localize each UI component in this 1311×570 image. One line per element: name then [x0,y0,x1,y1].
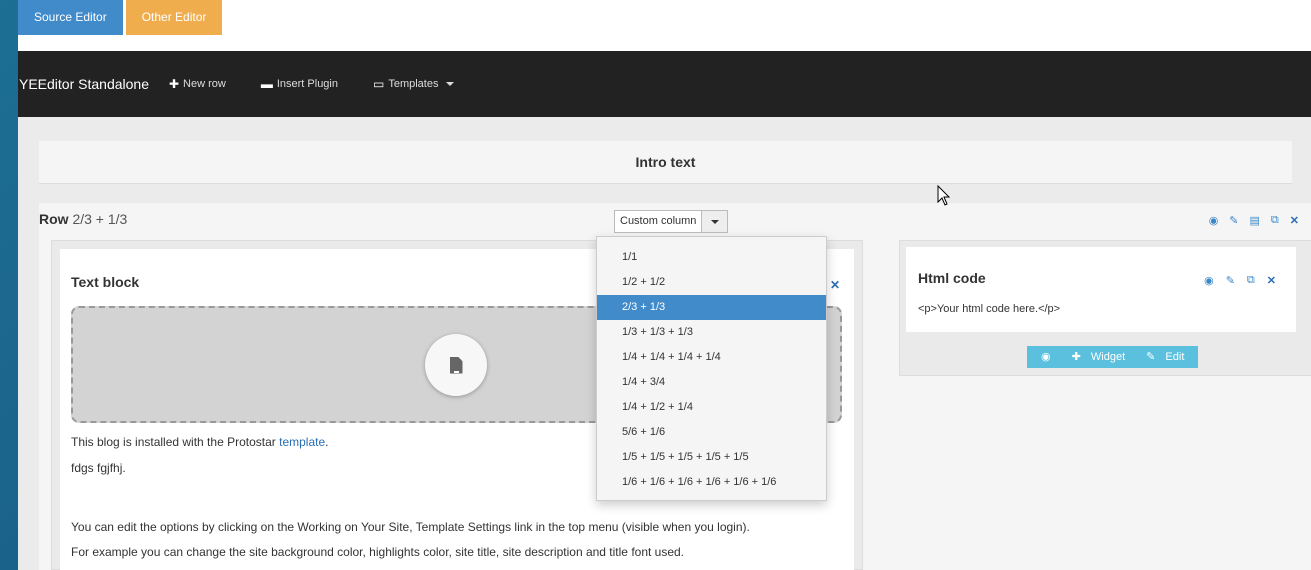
para1-text: This blog is installed with the Protosta… [71,435,280,449]
widget-label: Widget [1090,351,1126,363]
navbar-brand[interactable]: YEEditor Standalone [18,76,149,92]
templates-menu[interactable]: ▭ Templates [373,77,455,91]
copy-icon[interactable]: ⧉ [1247,274,1255,287]
dropdown-option[interactable]: 1/4 + 1/2 + 1/4 [597,395,826,420]
mouse-cursor-icon [937,185,951,206]
editor-tabs: Source Editor Other Editor [18,0,1311,51]
templates-label: Templates [388,78,439,90]
dropdown-option[interactable]: 1/5 + 1/5 + 1/5 + 1/5 + 1/5 [597,445,826,470]
eye-icon[interactable]: ◉ [1209,214,1219,227]
insert-file-button[interactable] [425,334,487,396]
dropdown-option[interactable]: 1/2 + 1/2 [597,270,826,295]
list-icon: ▭ [373,77,385,91]
row-label: Row [39,211,69,227]
preview-column-button[interactable]: ◉ [1027,346,1065,368]
copy-icon[interactable]: ⧉ [1271,214,1279,227]
text-block-title: Text block [71,274,140,290]
file-download-icon [449,356,463,374]
dropdown-option[interactable]: 1/4 + 1/4 + 1/4 + 1/4 [597,345,826,370]
intro-row[interactable]: Intro text [39,141,1292,184]
dropdown-option[interactable]: 1/1 [597,245,826,270]
custom-column-toggle[interactable] [701,211,728,232]
close-icon[interactable]: ✕ [830,278,840,292]
edit-icon[interactable]: ✎ [1226,274,1235,287]
briefcase-icon: ▬ [260,77,273,91]
chevron-down-icon [710,219,719,224]
file-icon[interactable]: ▤ [1250,214,1260,227]
column-right: Html code ◉ ✎ ⧉ ✕ <p>Your html code here… [899,240,1311,376]
insert-plugin-label: Insert Plugin [276,78,338,90]
intro-title: Intro text [635,154,696,170]
new-row-button[interactable]: ✚ New row [169,77,226,91]
edit-label: Edit [1165,351,1185,363]
tab-other-editor[interactable]: Other Editor [125,0,223,35]
column-widget-bar: ◉ ✚ Widget ✎ Edit [1027,346,1199,368]
eye-icon[interactable]: ◉ [1204,274,1214,287]
text-paragraph-1: This blog is installed with the Protosta… [71,435,328,449]
html-block-toolbar: ◉ ✎ ⧉ ✕ [1204,274,1276,287]
dropdown-option[interactable]: 1/4 + 3/4 [597,370,826,395]
text-paragraph-4: For example you can change the site back… [71,545,685,559]
navbar: YEEditor Standalone ✚ New row ▬ Insert P… [18,51,1311,117]
close-icon[interactable]: ✕ [1267,274,1276,287]
new-row-label: New row [183,78,226,90]
template-link[interactable]: template [279,435,325,449]
custom-column-label: Custom column [620,215,697,227]
text-paragraph-3: You can edit the options by clicking on … [71,520,750,534]
dropdown-option[interactable]: 5/6 + 1/6 [597,420,826,445]
tab-source-editor[interactable]: Source Editor [18,0,123,35]
add-widget-button[interactable]: ✚ Widget [1065,346,1140,368]
text-paragraph-2: fdgs fgjfhj. [71,461,126,475]
edit-column-button[interactable]: ✎ Edit [1139,346,1198,368]
row-toolbar: ◉ ✎ ▤ ⧉ ✕ [1209,214,1299,227]
custom-column-select[interactable]: Custom column [614,210,729,233]
close-icon[interactable]: ✕ [1290,214,1299,227]
html-code-preview: <p>Your html code here.</p> [918,303,1061,315]
html-block: Html code ◉ ✎ ⧉ ✕ <p>Your html code here… [906,247,1296,332]
html-block-title: Html code [918,270,986,286]
column-layout-dropdown: 1/1 1/2 + 1/2 2/3 + 1/3 1/3 + 1/3 + 1/3 1/4 … [596,236,827,501]
plus-icon: ✚ [168,77,180,91]
dropdown-option[interactable]: 2/3 + 1/3 [597,295,826,320]
para1-suffix: . [325,435,329,449]
chevron-down-icon [446,82,455,86]
row-layout: 2/3 + 1/3 [72,211,128,227]
insert-plugin-button[interactable]: ▬ Insert Plugin [261,77,338,91]
edit-icon[interactable]: ✎ [1229,214,1238,227]
row-title: Row 2/3 + 1/3 [39,211,127,227]
dropdown-option[interactable]: 1/6 + 1/6 + 1/6 + 1/6 + 1/6 + 1/6 [597,470,826,495]
dropdown-option[interactable]: 1/3 + 1/3 + 1/3 [597,320,826,345]
eye-icon: ◉ [1041,351,1051,363]
